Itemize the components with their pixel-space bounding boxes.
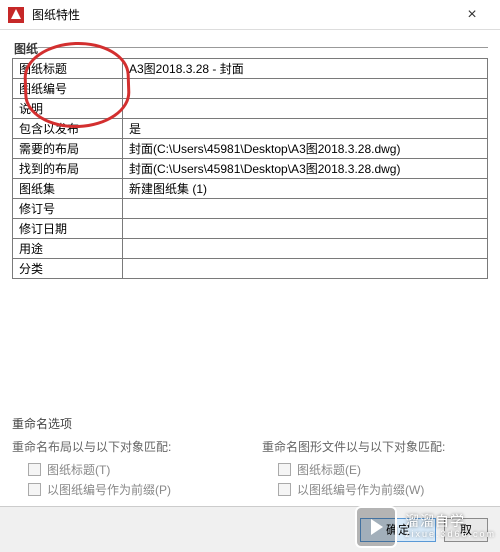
rename-right-label: 重命名图形文件以与以下对象匹配: <box>262 438 488 455</box>
property-label: 修订号 <box>13 199 123 219</box>
section-header: 图纸 <box>12 40 488 56</box>
window-title: 图纸特性 <box>32 6 452 23</box>
property-value[interactable] <box>123 99 488 119</box>
property-value[interactable] <box>123 259 488 279</box>
property-label: 用途 <box>13 239 123 259</box>
titlebar: 图纸特性 × <box>0 0 500 30</box>
watermark-line1: 溜溜自学 <box>405 514 496 529</box>
rename-left-col: 重命名布局以与以下对象匹配: 图纸标题(T) 以图纸编号作为前缀(P) <box>12 438 238 501</box>
app-icon <box>8 7 24 23</box>
checkbox-label: 以图纸编号作为前缀(P) <box>47 481 171 498</box>
checkbox-row[interactable]: 以图纸编号作为前缀(P) <box>28 481 238 498</box>
properties-table: 图纸标题A3图2018.3.28 - 封面图纸编号说明包含以发布是需要的布局封面… <box>12 58 488 279</box>
checkbox-icon <box>278 463 291 476</box>
property-value[interactable]: 封面(C:\Users\45981\Desktop\A3图2018.3.28.d… <box>123 159 488 179</box>
property-label: 修订日期 <box>13 219 123 239</box>
property-value[interactable]: 是 <box>123 119 488 139</box>
property-label: 需要的布局 <box>13 139 123 159</box>
property-label: 图纸标题 <box>13 59 123 79</box>
checkbox-row[interactable]: 图纸标题(T) <box>28 461 238 478</box>
rename-title: 重命名选项 <box>12 415 488 432</box>
property-label: 包含以发布 <box>13 119 123 139</box>
section-label: 图纸 <box>12 40 44 57</box>
table-row: 分类 <box>13 259 488 279</box>
watermark-text: 溜溜自学 zixue.3d66.com <box>405 514 496 539</box>
property-value[interactable]: 封面(C:\Users\45981\Desktop\A3图2018.3.28.d… <box>123 139 488 159</box>
checkbox-icon <box>28 463 41 476</box>
table-row: 用途 <box>13 239 488 259</box>
table-row: 图纸标题A3图2018.3.28 - 封面 <box>13 59 488 79</box>
property-label: 图纸集 <box>13 179 123 199</box>
table-row: 图纸集新建图纸集 (1) <box>13 179 488 199</box>
rename-right-col: 重命名图形文件以与以下对象匹配: 图纸标题(E) 以图纸编号作为前缀(W) <box>262 438 488 501</box>
property-value[interactable] <box>123 79 488 99</box>
property-value[interactable]: 新建图纸集 (1) <box>123 179 488 199</box>
play-icon <box>371 519 383 535</box>
property-value[interactable]: A3图2018.3.28 - 封面 <box>123 59 488 79</box>
content-area: 图纸 图纸标题A3图2018.3.28 - 封面图纸编号说明包含以发布是需要的布… <box>0 30 500 409</box>
table-row: 说明 <box>13 99 488 119</box>
table-row: 修订日期 <box>13 219 488 239</box>
rename-section: 重命名选项 重命名布局以与以下对象匹配: 图纸标题(T) 以图纸编号作为前缀(P… <box>0 415 500 501</box>
checkbox-icon <box>278 483 291 496</box>
table-row: 需要的布局封面(C:\Users\45981\Desktop\A3图2018.3… <box>13 139 488 159</box>
table-row: 修订号 <box>13 199 488 219</box>
property-value[interactable] <box>123 219 488 239</box>
property-label: 说明 <box>13 99 123 119</box>
watermark-badge <box>355 506 397 548</box>
spacer <box>12 279 488 409</box>
checkbox-row[interactable]: 图纸标题(E) <box>278 461 488 478</box>
close-button[interactable]: × <box>452 1 492 29</box>
checkbox-row[interactable]: 以图纸编号作为前缀(W) <box>278 481 488 498</box>
checkbox-label: 图纸标题(T) <box>47 461 110 478</box>
property-value[interactable] <box>123 239 488 259</box>
property-label: 分类 <box>13 259 123 279</box>
table-row: 包含以发布是 <box>13 119 488 139</box>
property-label: 找到的布局 <box>13 159 123 179</box>
checkbox-icon <box>28 483 41 496</box>
checkbox-label: 图纸标题(E) <box>297 461 361 478</box>
property-value[interactable] <box>123 199 488 219</box>
watermark: 溜溜自学 zixue.3d66.com <box>355 506 496 548</box>
section-divider <box>38 47 488 48</box>
rename-left-label: 重命名布局以与以下对象匹配: <box>12 438 238 455</box>
table-row: 图纸编号 <box>13 79 488 99</box>
property-label: 图纸编号 <box>13 79 123 99</box>
checkbox-label: 以图纸编号作为前缀(W) <box>297 481 424 498</box>
watermark-line2: zixue.3d66.com <box>405 530 496 540</box>
table-row: 找到的布局封面(C:\Users\45981\Desktop\A3图2018.3… <box>13 159 488 179</box>
